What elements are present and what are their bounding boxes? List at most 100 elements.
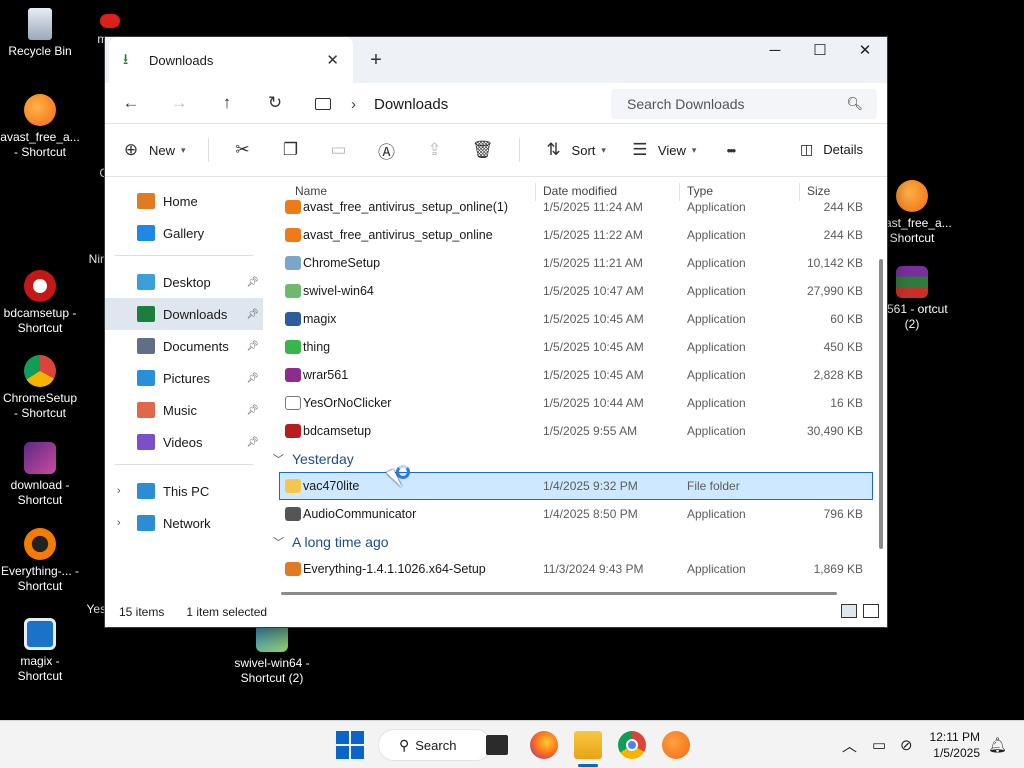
maximize-button[interactable]: ☐ bbox=[797, 37, 843, 67]
breadcrumb-downloads[interactable]: Downloads bbox=[374, 96, 448, 113]
file-row[interactable]: magix 1/5/2025 10:45 AM Application 60 KB bbox=[271, 305, 873, 333]
close-tab-icon[interactable]: ✕ bbox=[326, 51, 339, 69]
file-name: wrar561 bbox=[303, 368, 349, 382]
desktop-icon-label: Recycle Bin bbox=[8, 44, 72, 58]
tiles-view-button[interactable] bbox=[863, 604, 879, 618]
scissors-icon: ✂ bbox=[235, 140, 250, 159]
file-row[interactable]: thing 1/5/2025 10:45 AM Application 450 KB bbox=[271, 333, 873, 361]
desktop-icon[interactable]: Everything-... - Shortcut bbox=[0, 528, 80, 594]
chevron-right-icon[interactable]: › bbox=[117, 485, 121, 497]
sidebar-item-pictures[interactable]: Pictures 📌︎ bbox=[105, 362, 263, 394]
sidebar-item-home[interactable]: Home bbox=[105, 185, 263, 217]
details-view-button[interactable] bbox=[841, 604, 857, 618]
sidebar-item-music[interactable]: Music 📌︎ bbox=[105, 394, 263, 426]
file-type: Application bbox=[687, 396, 746, 410]
firefox-taskbar-icon[interactable] bbox=[530, 731, 558, 759]
group-header-yesterday[interactable]: ﹀ Yesterday bbox=[271, 445, 873, 472]
sidebar-item-this-pc[interactable]: › This PC bbox=[105, 475, 263, 507]
network-icon[interactable]: ▭ bbox=[872, 721, 886, 768]
paste-icon: ▭ bbox=[330, 140, 347, 159]
status-bar: 15 items 1 item selected bbox=[105, 597, 887, 627]
taskbar-search[interactable]: ⚲ Search bbox=[378, 729, 492, 761]
application-icon bbox=[285, 368, 301, 382]
file-row[interactable]: AudioCommunicator 1/4/2025 8:50 PM Applica… bbox=[271, 500, 873, 528]
file-row[interactable]: swivel-win64 1/5/2025 10:47 AM Application… bbox=[271, 277, 873, 305]
desktop-icon-label: swivel-win64 - Shortcut (2) bbox=[234, 656, 310, 685]
desktop-icon[interactable]: magix - Shortcut bbox=[0, 618, 80, 684]
file-row[interactable]: avast_free_antivirus_setup_online 1/5/202… bbox=[271, 221, 873, 249]
shortcut-icon bbox=[896, 180, 928, 212]
desktop-icon[interactable]: Recycle Bin bbox=[0, 8, 80, 59]
paste-button[interactable]: ▭ bbox=[327, 140, 357, 160]
desktop-icon[interactable]: bdcamsetup - Shortcut bbox=[0, 270, 80, 336]
sidebar-item-documents[interactable]: Documents 📌︎ bbox=[105, 330, 263, 362]
more-options-button[interactable]: ••• bbox=[718, 143, 748, 158]
address-bar[interactable]: › Downloads bbox=[315, 89, 603, 119]
new-tab-button[interactable]: + bbox=[363, 47, 389, 73]
file-row[interactable]: Everything-1.4.1.1026.x64-Setup 11/3/2024… bbox=[271, 555, 873, 583]
refresh-button[interactable]: ↻ bbox=[251, 93, 299, 113]
notification-bell-icon[interactable]: 🔔︎ bbox=[988, 721, 1007, 768]
rename-button[interactable]: Ⓐ bbox=[375, 138, 405, 163]
back-button[interactable]: ← bbox=[107, 93, 155, 113]
copy-icon: ❐ bbox=[282, 140, 299, 159]
copy-button[interactable]: ❐ bbox=[279, 140, 309, 160]
share-button[interactable]: ⇪ bbox=[423, 140, 453, 160]
tab-downloads[interactable]: ⭳ Downloads ✕ bbox=[109, 37, 353, 83]
file-row[interactable]: vac470lite 1/4/2025 9:32 PM File folder bbox=[279, 472, 873, 500]
forward-button[interactable]: → bbox=[155, 93, 203, 113]
application-icon bbox=[285, 312, 301, 326]
desktop-icon[interactable]: swivel-win64 - Shortcut (2) bbox=[232, 620, 312, 686]
clock[interactable]: 12:11 PM 1/5/2025 bbox=[930, 729, 980, 761]
file-row[interactable]: ChromeSetup 1/5/2025 11:21 AM Application 1… bbox=[271, 249, 873, 277]
file-explorer-taskbar-icon[interactable] bbox=[574, 731, 602, 767]
sort-button[interactable]: ⇅ Sort ▾ bbox=[542, 140, 606, 160]
file-name: avast_free_antivirus_setup_online bbox=[303, 228, 493, 242]
horizontal-scrollbar[interactable] bbox=[281, 592, 837, 595]
task-view-button[interactable] bbox=[486, 735, 508, 755]
delete-button[interactable]: 🗑︎ bbox=[471, 140, 501, 160]
desktop-icon-label: ChromeSetup - Shortcut bbox=[2, 391, 78, 420]
file-row[interactable]: YesOrNoClicker 1/5/2025 10:44 AM Applicati… bbox=[271, 389, 873, 417]
sidebar-item-desktop[interactable]: Desktop 📌︎ bbox=[105, 266, 263, 298]
cut-button[interactable]: ✂ bbox=[231, 140, 261, 160]
chrome-taskbar-icon[interactable] bbox=[618, 731, 646, 759]
chevron-up-icon: ︿ bbox=[842, 737, 858, 755]
new-button[interactable]: ⊕ New ▾ bbox=[119, 140, 186, 160]
time: 12:11 PM bbox=[929, 730, 980, 744]
sidebar-item-videos[interactable]: Videos 📌︎ bbox=[105, 426, 263, 458]
vertical-scrollbar[interactable] bbox=[879, 259, 883, 549]
file-row[interactable]: bdcamsetup 1/5/2025 9:55 AM Application 30,… bbox=[271, 417, 873, 445]
volume-muted-icon[interactable]: ⊘ bbox=[900, 721, 913, 768]
search-input[interactable]: Search Downloads 🔍︎ bbox=[611, 89, 877, 119]
minimize-button[interactable]: ─ bbox=[752, 37, 798, 67]
trash-icon: 🗑︎ bbox=[471, 140, 494, 159]
sidebar-item-network[interactable]: › Network bbox=[105, 507, 263, 539]
chevron-right-icon: › bbox=[351, 95, 356, 113]
file-size: 60 KB bbox=[830, 312, 863, 326]
pin-icon: 📌︎ bbox=[246, 340, 259, 352]
chevron-down-icon: ﹀ bbox=[273, 536, 284, 549]
show-hidden-icons-button[interactable]: ︿ bbox=[842, 721, 857, 768]
file-row[interactable]: avast_free_antivirus_setup_online(1) 1/5/… bbox=[271, 193, 873, 221]
desktop-icon[interactable]: ChromeSetup - Shortcut bbox=[0, 355, 80, 421]
desktop-icon[interactable]: download - Shortcut bbox=[0, 442, 80, 508]
up-button[interactable]: ↑ bbox=[203, 93, 251, 113]
file-name: Everything-1.4.1.1026.x64-Setup bbox=[303, 562, 486, 576]
sidebar-item-gallery[interactable]: Gallery bbox=[105, 217, 263, 249]
details-button[interactable]: ◫ Details bbox=[800, 141, 863, 158]
close-window-button[interactable]: ✕ bbox=[842, 37, 888, 67]
group-header-long-ago[interactable]: ﹀ A long time ago bbox=[271, 528, 873, 555]
start-button[interactable] bbox=[336, 731, 364, 759]
file-type: Application bbox=[687, 228, 746, 242]
file-size: 2,828 KB bbox=[813, 368, 863, 382]
sidebar-item-label: Music bbox=[163, 402, 197, 418]
chevron-right-icon[interactable]: › bbox=[117, 517, 121, 529]
application-icon bbox=[285, 228, 301, 242]
desktop-icon[interactable]: avast_free_a... - Shortcut bbox=[0, 94, 80, 160]
pin-icon: 📌︎ bbox=[246, 404, 259, 416]
view-button[interactable]: ☰ View ▾ bbox=[628, 140, 696, 160]
sidebar-item-downloads[interactable]: Downloads 📌︎ bbox=[105, 298, 263, 330]
avast-taskbar-icon[interactable] bbox=[662, 731, 690, 759]
file-row[interactable]: wrar561 1/5/2025 10:45 AM Application 2,828… bbox=[271, 361, 873, 389]
